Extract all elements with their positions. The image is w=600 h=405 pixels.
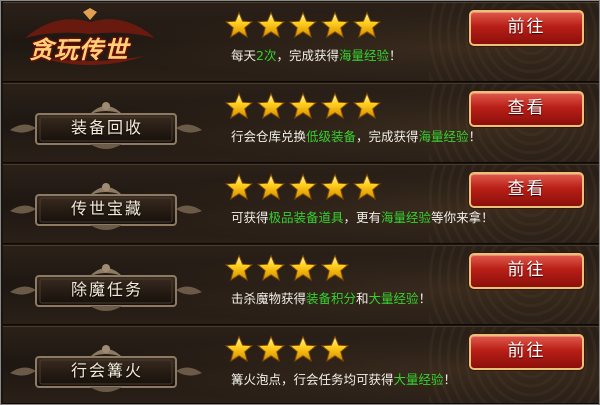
activity-name: 装备回收 — [70, 118, 143, 137]
activity-description: 击杀魔物获得装备积分和大量经验！ — [231, 289, 571, 309]
activity-name-plaque: 装备回收 — [6, 98, 206, 154]
star-rating — [224, 11, 385, 41]
star-icon — [320, 11, 350, 39]
game-logo-text: 贪玩传世 — [29, 35, 129, 64]
star-icon — [352, 173, 382, 201]
activity-name: 传世宝藏 — [70, 199, 143, 218]
star-icon — [320, 254, 350, 282]
star-icon — [224, 173, 254, 201]
highlight-text: 2次 — [256, 48, 277, 63]
star-icon — [224, 254, 254, 282]
activity-row: 除魔任务 击杀魔物获得装备积分和大量经验！ 前往 — [3, 245, 599, 325]
star-icon — [320, 92, 350, 120]
star-icon — [320, 173, 350, 201]
star-icon — [352, 11, 382, 39]
description-text: ！ — [418, 291, 432, 306]
activity-row: 行会篝火 篝火泡点，行会任务均可获得大量经验！ 前往 — [3, 326, 599, 404]
description-text: ，更有 — [343, 210, 382, 225]
star-icon — [320, 335, 350, 363]
star-rating — [224, 173, 385, 203]
highlight-text: 海量经验 — [418, 129, 469, 144]
go-button[interactable]: 前往 — [469, 334, 584, 370]
highlight-text: 大量经验 — [368, 291, 419, 306]
activity-description: 行会仓库兑换低级装备，完成获得海量经验！ — [231, 127, 571, 147]
activity-list-panel: 贪玩传世 每天2次，完成获得海量经验！ 前往 装备回收 行会仓库兑换低级装备，完成获得海… — [0, 0, 600, 405]
star-icon — [256, 173, 286, 201]
game-logo: 贪玩传世 — [15, 8, 165, 76]
star-icon — [288, 92, 318, 120]
star-rating — [224, 335, 353, 365]
star-icon — [224, 11, 254, 39]
highlight-text: 极品装备道具 — [268, 210, 344, 225]
activity-name: 行会篝火 — [70, 361, 143, 380]
description-text: 每天 — [231, 48, 257, 63]
view-button[interactable]: 查看 — [469, 91, 584, 127]
star-icon — [256, 254, 286, 282]
highlight-text: 大量经验 — [393, 372, 444, 387]
star-icon — [288, 335, 318, 363]
star-rating — [224, 92, 385, 122]
activity-description: 每天2次，完成获得海量经验！ — [231, 46, 571, 66]
star-rating — [224, 254, 353, 284]
star-icon — [288, 254, 318, 282]
star-icon — [256, 11, 286, 39]
activity-name-plaque: 行会篝火 — [6, 341, 206, 397]
highlight-text: 海量经验 — [338, 48, 389, 63]
activity-name: 除魔任务 — [70, 280, 143, 299]
description-text: 可获得 — [231, 210, 269, 225]
highlight-text: 海量经验 — [381, 210, 432, 225]
star-icon — [256, 92, 286, 120]
description-text: ，完成获得 — [356, 129, 419, 144]
activity-row: 传世宝藏 可获得极品装备道具，更有海量经验等你来拿！ 查看 — [3, 164, 599, 244]
star-icon — [288, 173, 318, 201]
highlight-text: 低级装备 — [306, 129, 357, 144]
star-icon — [224, 92, 254, 120]
activity-name-plaque: 传世宝藏 — [6, 179, 206, 235]
description-text: 行会仓库兑换 — [231, 129, 307, 144]
description-text: 篝火泡点，行会任务均可获得 — [231, 372, 394, 387]
star-icon — [224, 335, 254, 363]
star-icon — [352, 92, 382, 120]
go-button[interactable]: 前往 — [469, 253, 584, 289]
view-button[interactable]: 查看 — [469, 172, 584, 208]
activity-row: 装备回收 行会仓库兑换低级装备，完成获得海量经验！ 查看 — [3, 83, 599, 163]
activity-row: 贪玩传世 每天2次，完成获得海量经验！ 前往 — [3, 2, 599, 82]
go-button[interactable]: 前往 — [469, 10, 584, 46]
description-text: ！ — [443, 372, 457, 387]
description-text: 等你来拿！ — [431, 210, 494, 225]
highlight-text: 装备积分 — [306, 291, 357, 306]
activity-description: 可获得极品装备道具，更有海量经验等你来拿！ — [231, 208, 571, 228]
star-icon — [288, 11, 318, 39]
activity-name-plaque: 除魔任务 — [6, 260, 206, 316]
description-text: ！ — [389, 48, 402, 63]
description-text: 击杀魔物获得 — [231, 291, 307, 306]
description-text: 和 — [356, 291, 369, 306]
description-text: ！ — [468, 129, 482, 144]
star-icon — [256, 335, 286, 363]
description-text: ，完成获得 — [276, 48, 339, 63]
activity-description: 篝火泡点，行会任务均可获得大量经验！ — [231, 370, 571, 390]
